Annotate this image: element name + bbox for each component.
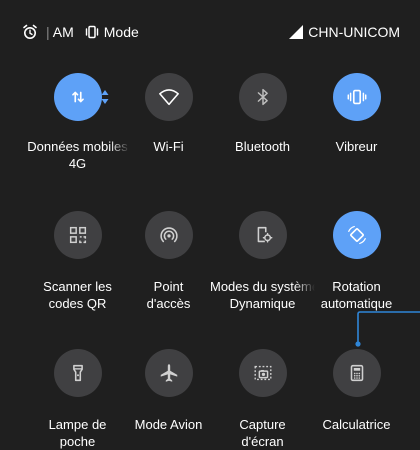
tile-bluetooth[interactable]: Bluetooth — [210, 73, 315, 155]
airplane-mode-toggle[interactable] — [144, 349, 193, 397]
hotspot-icon — [159, 227, 178, 243]
tile-qr-scanner[interactable]: Scanner les codes QR — [25, 211, 130, 312]
bluetooth-icon — [257, 88, 268, 106]
expand-arrows-icon[interactable] — [100, 89, 110, 105]
tile-vibrate[interactable]: Vibreur — [304, 73, 409, 155]
hotspot-toggle[interactable] — [144, 211, 193, 259]
system-modes-toggle[interactable] — [238, 211, 287, 259]
mobile-data-toggle[interactable] — [53, 73, 102, 121]
tile-hotspot[interactable]: Point d'accès — [116, 211, 221, 312]
wifi-toggle[interactable] — [144, 73, 193, 121]
status-bar: | AM Mode CHN-UNICOM — [0, 0, 420, 44]
screenshot-toggle[interactable] — [238, 349, 287, 397]
calculator-toggle[interactable] — [332, 349, 381, 397]
bluetooth-toggle[interactable] — [238, 73, 287, 121]
tile-auto-rotate[interactable]: Rotation automatique — [304, 211, 409, 312]
calculator-icon — [350, 364, 363, 382]
tile-label: Calculatrice — [322, 417, 391, 432]
signal-icon — [289, 25, 304, 39]
tile-label: Mode Avion — [134, 417, 203, 432]
carrier-name: CHN-UNICOM — [308, 24, 400, 40]
system-modes-icon — [257, 226, 272, 243]
tile-screenshot[interactable]: Capture d'écran — [210, 349, 315, 450]
airplane-icon — [160, 364, 177, 382]
flashlight-icon — [72, 364, 83, 382]
tile-label: Rotation automatique — [320, 279, 393, 311]
tile-system-modes[interactable]: Modes du système Dynamique — [210, 211, 315, 312]
tile-label: Wi-Fi — [153, 139, 184, 154]
callout-line — [355, 311, 420, 347]
auto-rotate-toggle[interactable] — [332, 211, 381, 259]
vibrate-status-icon — [85, 25, 98, 39]
tile-label: Données mobiles — [27, 139, 128, 154]
tile-label: Scanner les codes QR — [43, 279, 112, 311]
vibrate-toggle[interactable] — [332, 73, 381, 121]
tile-label: Bluetooth — [235, 139, 290, 154]
qr-scanner-toggle[interactable] — [53, 211, 102, 259]
tile-flashlight[interactable]: Lampe de poche — [25, 349, 130, 450]
status-left: | AM Mode — [22, 24, 139, 40]
flashlight-toggle[interactable] — [53, 349, 102, 397]
status-time: | AM — [46, 24, 74, 40]
tile-calculator[interactable]: Calculatrice — [304, 349, 409, 433]
tile-label: Point d'accès — [146, 279, 191, 311]
tile-mobile-data[interactable]: Données mobiles 4G — [25, 73, 130, 172]
tile-label: Modes du système — [210, 279, 315, 294]
mobile-data-icon — [71, 91, 84, 103]
tile-label: Vibreur — [335, 139, 378, 154]
alarm-icon — [23, 24, 37, 39]
vibrate-icon — [347, 89, 366, 105]
qr-scanner-icon — [69, 226, 86, 244]
tile-wifi[interactable]: Wi-Fi — [116, 73, 221, 155]
auto-rotate-icon — [347, 225, 366, 245]
screenshot-icon — [254, 365, 271, 381]
wifi-icon — [158, 89, 179, 106]
tile-sublabel: 4G — [68, 156, 87, 171]
status-right: CHN-UNICOM — [288, 24, 400, 40]
status-mode-text: Mode — [103, 24, 139, 40]
tile-sublabel: Dynamique — [229, 296, 296, 311]
tile-airplane-mode[interactable]: Mode Avion — [116, 349, 221, 433]
